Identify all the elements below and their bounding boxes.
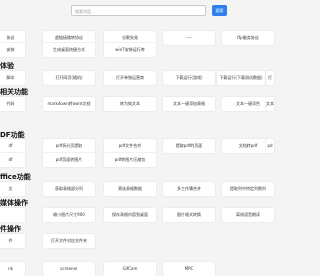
tool-button[interactable]: 筛选表格数据 xyxy=(104,182,156,196)
tool-button[interactable]: 文 xyxy=(0,182,25,196)
install-row: 安装 生成桌面快捷方式 win7安装运行库 xyxy=(0,43,269,57)
tool-button[interactable]: nk xyxy=(0,262,25,276)
tool-button[interactable]: 代码 xyxy=(0,97,25,111)
tool-button[interactable]: 下载运行(游戏) xyxy=(163,71,215,85)
tool-button[interactable]: df xyxy=(0,139,25,153)
section-title-experience: 体验 xyxy=(0,62,14,70)
tool-button[interactable]: 生成桌面快捷方式 xyxy=(43,43,95,57)
tool-button[interactable]: 文本一键添加表格 xyxy=(163,97,215,111)
tool-button[interactable]: 提取pdf的页面 xyxy=(163,139,215,153)
tool-button[interactable]: 获取表格部分列 xyxy=(43,182,95,196)
tool-button[interactable]: 离线语音朗读 xyxy=(222,208,274,222)
tool-button[interactable]: 缩小图片尺寸900 xyxy=(43,208,95,222)
tool-button[interactable]: 打开文件对应文件夹 xyxy=(43,234,95,248)
tool-button[interactable]: pdf拆分页提取 xyxy=(43,139,95,153)
tool-button[interactable]: 脚本 xyxy=(0,71,25,85)
tool-button[interactable]: 下载运行(下载测试数据) xyxy=(217,71,265,85)
tool-button[interactable]: 转为纯文本 xyxy=(104,97,156,111)
link-row: nk screener GifCam MPC xyxy=(0,262,269,276)
tool-button[interactable]: 保存表格内容到桌面 xyxy=(104,208,156,222)
pdf-row-1: df pdf拆分页提取 pdf文件合并 提取pdf的页面 文档转pdf pd xyxy=(0,139,274,153)
tool-button[interactable]: 文本 xyxy=(266,97,274,111)
tool-button[interactable]: MPC xyxy=(163,262,215,276)
media-row: 缩小图片尺寸900 保存表格内容到桌面 图片格式转换 离线语音朗读 xyxy=(0,208,274,222)
tool-button[interactable]: 多工作簿合并 xyxy=(163,182,215,196)
tool-button[interactable]: pdf转图片压缩包 xyxy=(104,153,156,167)
tool-button[interactable]: 件 xyxy=(0,234,25,248)
tool-button[interactable]: GifCam xyxy=(104,262,156,276)
office-row: 文 获取表格部分列 筛选表格数据 多工作簿合并 提取列中特定列数列 xyxy=(0,182,274,196)
tool-button[interactable]: pdf页面转图片 xyxy=(43,153,95,167)
tool-button[interactable]: 打 xyxy=(266,71,274,85)
tool-button[interactable]: 安装 xyxy=(0,43,25,57)
tool-button[interactable]: markdown转word文档 xyxy=(43,97,95,111)
pdf-row-2: df pdf页面转图片 pdf转图片压缩包 xyxy=(0,153,269,167)
section-title-media: 媒体操作 xyxy=(0,199,28,207)
search-button[interactable]: 搜索 xyxy=(212,5,227,16)
search-bar: 搜索内容... 搜索 xyxy=(0,0,269,22)
tool-button[interactable] xyxy=(0,208,25,222)
tool-button[interactable]: pdf文件合并 xyxy=(104,139,156,153)
section-title-file: 件操作 xyxy=(0,225,21,233)
section-title-office: ffice功能 xyxy=(0,173,31,181)
tool-button[interactable]: screener xyxy=(43,262,95,276)
script-row: 脚本 打开网页(随机) 打开单独运营商 下载运行(游戏) 下载运行(下载测试数据… xyxy=(0,71,274,85)
tool-button[interactable]: win7安装运行库 xyxy=(104,43,156,57)
tool-button[interactable]: pd xyxy=(266,139,274,153)
tool-button[interactable]: 提取列中特定列数列 xyxy=(222,182,274,196)
section-title-related: 相关功能 xyxy=(0,88,28,96)
search-input[interactable]: 搜索内容... xyxy=(71,5,206,16)
tool-button[interactable]: 图片格式转换 xyxy=(163,208,215,222)
tool-button[interactable]: df xyxy=(0,153,25,167)
code-row: 代码 markdown转word文档 转为纯文本 文本一键添加表格 文本一键添色… xyxy=(0,97,274,111)
file-row: 件 打开文件对应文件夹 xyxy=(0,234,269,248)
tool-button[interactable]: 打开单独运营商 xyxy=(104,71,156,85)
tool-button[interactable]: 打开网页(随机) xyxy=(43,71,95,85)
